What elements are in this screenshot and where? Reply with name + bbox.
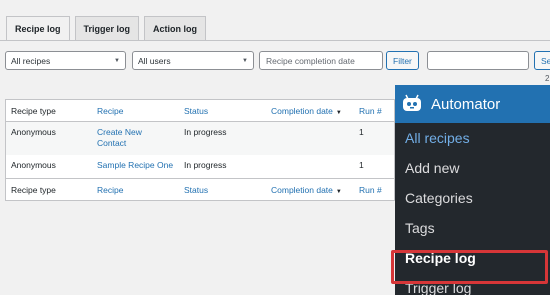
col-recipe[interactable]: Recipe <box>97 185 159 196</box>
col-run[interactable]: Run # <box>359 106 382 117</box>
search-input[interactable] <box>427 51 529 70</box>
sort-down-icon: ▼ <box>335 110 342 116</box>
highlight-box <box>391 250 548 284</box>
row-recipe-type: Anonymous <box>11 127 56 137</box>
filter-button[interactable]: Filter <box>386 51 419 70</box>
completion-date-placeholder: Recipe completion date <box>266 55 355 66</box>
col-completion-date[interactable]: Completion date ▼ <box>271 185 342 198</box>
row-status: In progress <box>184 127 227 137</box>
tab-divider <box>0 40 550 41</box>
col-recipe-type: Recipe type <box>11 185 56 195</box>
sort-down-icon: ▼ <box>335 189 342 195</box>
table-footer: Recipe type Recipe Status Completion dat… <box>6 178 394 200</box>
recipe-log-table: Recipe type Recipe Status Completion dat… <box>5 99 395 201</box>
col-run[interactable]: Run # <box>359 185 382 196</box>
users-select-value: All users <box>138 55 171 66</box>
search-button[interactable]: Se <box>534 51 550 70</box>
menu-item-add-new[interactable]: Add new <box>395 153 550 183</box>
tab-trigger-log[interactable]: Trigger log <box>74 16 140 40</box>
table-row: Anonymous Sample Recipe One In progress … <box>6 155 394 178</box>
robot-icon <box>401 93 423 115</box>
row-status: In progress <box>184 160 227 170</box>
menu-item-tags[interactable]: Tags <box>395 213 550 243</box>
col-recipe-type: Recipe type <box>11 106 56 116</box>
col-status[interactable]: Status <box>184 185 208 196</box>
recipes-select-value: All recipes <box>11 55 51 66</box>
menu-item-all-recipes[interactable]: All recipes <box>395 123 550 153</box>
automator-menu-title: Automator <box>431 95 501 113</box>
row-recipe-link[interactable]: Create New Contact <box>97 127 159 149</box>
col-completion-date-label: Completion date <box>271 185 333 195</box>
tab-recipe-log[interactable]: Recipe log <box>6 16 70 41</box>
row-run: 1 <box>359 127 364 137</box>
recipes-select[interactable]: All recipes ▼ <box>5 51 126 70</box>
completion-date-input[interactable]: Recipe completion date <box>259 51 383 70</box>
chevron-down-icon: ▼ <box>242 57 248 64</box>
table-row: Anonymous Create New Contact In progress… <box>6 122 394 155</box>
automator-menu-header[interactable]: Automator <box>395 85 550 123</box>
users-select[interactable]: All users ▼ <box>132 51 254 70</box>
tab-action-log[interactable]: Action log <box>144 16 207 40</box>
row-run: 1 <box>359 160 364 170</box>
chevron-down-icon: ▼ <box>114 57 120 64</box>
pagination-count: 2 <box>545 74 550 83</box>
col-completion-date-label: Completion date <box>271 106 333 116</box>
col-status[interactable]: Status <box>184 106 208 117</box>
row-recipe-link[interactable]: Sample Recipe One <box>97 160 187 171</box>
menu-item-categories[interactable]: Categories <box>395 183 550 213</box>
log-tabs: Recipe log Trigger log Action log <box>6 16 207 41</box>
table-header: Recipe type Recipe Status Completion dat… <box>6 100 394 122</box>
row-recipe-type: Anonymous <box>11 160 56 170</box>
col-completion-date[interactable]: Completion date ▼ <box>271 106 342 119</box>
col-recipe[interactable]: Recipe <box>97 106 159 117</box>
